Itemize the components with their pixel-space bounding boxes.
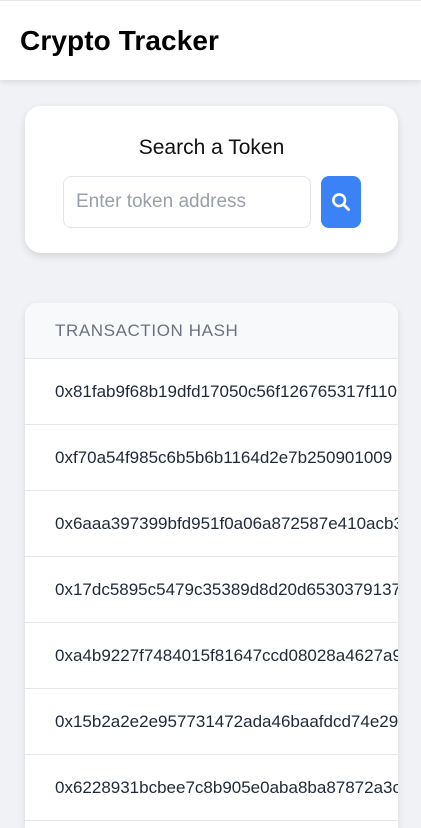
transaction-hash: 0x81fab9f68b19dfd17050c56f126765317f110 [55,381,397,401]
transaction-hash: 0xf70a54f985c6b5b6b1164d2e7b250901009 [55,447,393,467]
table-row[interactable]: 0x17dc5895c5479c35389d8d20d6530379137 [25,557,398,623]
transaction-hash: 0x6228931bcbee7c8b905e0aba8ba87872a3c [55,777,398,797]
search-heading: Search a Token [138,136,285,159]
app-title: Crypto Tracker [20,24,220,56]
column-header-transaction-hash: TRANSACTION HASH [25,303,398,359]
token-address-input[interactable] [63,176,311,228]
transaction-hash: 0x15b2a2e2e957731472ada46baafdcd74e29 [55,711,398,731]
table-row[interactable]: 0x6aaa397399bfd951f0a06a872587e410acb3 [25,491,398,557]
table-row[interactable]: 0x81fab9f68b19dfd17050c56f126765317f110 [25,359,398,425]
transaction-hash: 0xa4b9227f7484015f81647ccd08028a4627a9 [55,645,398,665]
transaction-hash: 0x6aaa397399bfd951f0a06a872587e410acb3 [55,513,398,533]
token-search-card: Search a Token [25,106,398,253]
transaction-hash: 0x17dc5895c5479c35389d8d20d6530379137 [55,579,398,599]
table-row[interactable]: 0x15b2a2e2e957731472ada46baafdcd74e29 [25,689,398,755]
table-row[interactable]: 0xa4b9227f7484015f81647ccd08028a4627a9 [25,623,398,689]
search-icon [332,193,350,211]
search-button[interactable] [321,176,361,228]
table-row[interactable]: 0x6228931bcbee7c8b905e0aba8ba87872a3c [25,755,398,821]
table-row[interactable]: 0xf70a54f985c6b5b6b1164d2e7b250901009 [25,425,398,491]
app-header: Crypto Tracker [0,0,421,80]
transactions-table: TRANSACTION HASH 0x81fab9f68b19dfd17050c… [25,303,398,828]
